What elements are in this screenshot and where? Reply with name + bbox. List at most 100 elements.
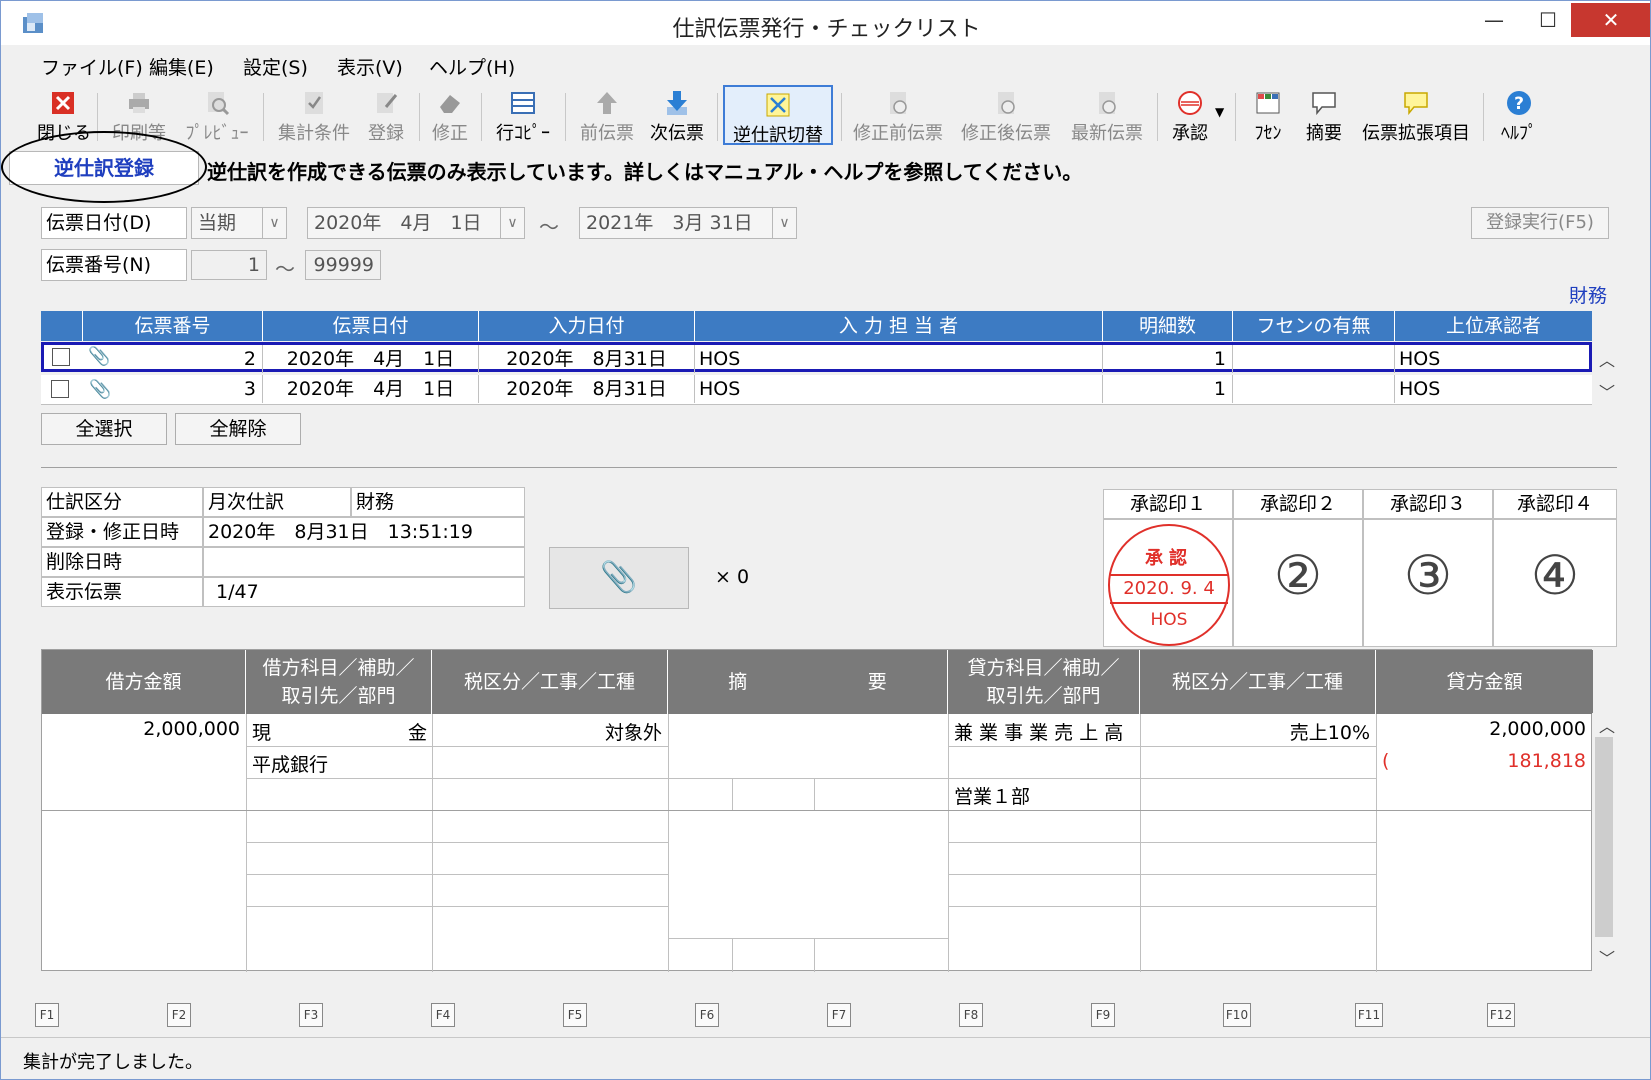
register-button[interactable]: 登録 xyxy=(361,85,411,145)
approval-slot-3[interactable]: ③ xyxy=(1363,519,1493,647)
f7-key[interactable]: F7 xyxy=(827,1003,851,1027)
header-fusen[interactable]: フセンの有無 xyxy=(1233,311,1395,341)
f10-key[interactable]: F10 xyxy=(1223,1003,1251,1027)
maximize-button[interactable]: ☐ xyxy=(1522,3,1574,37)
register-execute-button[interactable]: 登録実行(F5) xyxy=(1471,207,1609,239)
credit-department[interactable]: 営業１部 xyxy=(954,782,1030,809)
latest-voucher-button[interactable]: 最新伝票 xyxy=(1065,85,1149,145)
select-all-button[interactable]: 全選択 xyxy=(41,413,167,445)
fusen-button[interactable]: ﾌｾﾝ xyxy=(1243,85,1293,145)
menu-view[interactable]: 表示(V) xyxy=(337,53,403,80)
header-input-date[interactable]: 入力日付 xyxy=(479,311,695,341)
scroll-down-icon[interactable]: ﹀ xyxy=(1599,379,1615,403)
menu-file[interactable]: ファイル(F) xyxy=(41,53,143,80)
approval-slot-4[interactable]: ④ xyxy=(1493,519,1617,647)
sticky-grid-icon xyxy=(1256,92,1280,114)
reverse-journal-toggle-button[interactable]: 逆仕訳切替 xyxy=(723,85,833,146)
arrow-up-icon xyxy=(597,92,617,114)
deleted-value xyxy=(203,547,525,577)
row-checkbox[interactable] xyxy=(51,380,69,398)
updated-value: 2020年 8月31日 13:51:19 xyxy=(203,517,525,547)
department-link[interactable]: 財務 xyxy=(1569,281,1607,308)
debit-sub-account[interactable]: 平成銀行 xyxy=(252,750,328,777)
window-title: 仕訳伝票発行・チェックリスト xyxy=(672,17,981,42)
before-edit-voucher-button[interactable]: 修正前伝票 xyxy=(849,85,947,145)
voucher-extension-button[interactable]: 伝票拡張項目 xyxy=(1357,85,1475,145)
summary-button[interactable]: 摘要 xyxy=(1299,85,1349,145)
number-to-input[interactable]: 99999 xyxy=(305,250,381,280)
credit-tax[interactable]: 売上10% xyxy=(1140,718,1370,745)
header-approver[interactable]: 上位承認者 xyxy=(1395,311,1592,341)
f11-key[interactable]: F11 xyxy=(1355,1003,1383,1027)
date-from-select[interactable]: 2020年 4月 1日 ∨ xyxy=(307,207,525,239)
scroll-down-icon[interactable]: ﹀ xyxy=(1599,945,1615,969)
circled-two-icon: ② xyxy=(1273,544,1323,607)
next-voucher-button[interactable]: 次伝票 xyxy=(645,85,709,145)
f5-key[interactable]: F5 xyxy=(563,1003,587,1027)
after-edit-voucher-button[interactable]: 修正後伝票 xyxy=(957,85,1055,145)
credit-account[interactable]: 兼 業 事 業 売 上 高 xyxy=(954,718,1123,745)
debit-account-a[interactable]: 現 xyxy=(252,718,271,745)
clock-doc-icon xyxy=(998,92,1015,114)
approval-slot-1[interactable]: 承認 2020. 9. 4 HOS xyxy=(1103,519,1233,647)
credit-amount[interactable]: 2,000,000 xyxy=(1376,718,1586,740)
title-bar: 仕訳伝票発行・チェックリスト — ☐ ✕ xyxy=(1,1,1650,45)
help-button[interactable]: ? ﾍﾙﾌﾟ xyxy=(1491,85,1547,145)
period-select[interactable]: 当期 ∨ xyxy=(191,207,287,239)
table-row[interactable]: 📎 3 2020年 4月 1日 2020年 8月31日 HOS 1 HOS xyxy=(41,375,1592,405)
attachment-button[interactable]: 📎 xyxy=(549,547,689,609)
header-credit-amount: 貸方金額 xyxy=(1376,650,1593,714)
debit-account-b[interactable]: 金 xyxy=(408,718,427,745)
arrow-down-icon xyxy=(667,91,687,115)
eraser-icon xyxy=(440,95,460,113)
header-count[interactable]: 明細数 xyxy=(1103,311,1233,341)
approve-dropdown-icon[interactable]: ▼ xyxy=(1215,105,1224,119)
table-rows-icon xyxy=(511,92,535,114)
modify-button[interactable]: 修正 xyxy=(427,85,473,145)
header-credit-account: 貸方科目／補助／ 取引先／部門 xyxy=(948,650,1140,714)
date-to-select[interactable]: 2021年 3月 31日 ∨ xyxy=(579,207,797,239)
header-number[interactable]: 伝票番号 xyxy=(83,311,263,341)
display-voucher-label: 表示伝票 xyxy=(41,577,203,607)
approval-slot-2[interactable]: ② xyxy=(1233,519,1363,647)
circled-three-icon: ③ xyxy=(1403,544,1453,607)
f6-key[interactable]: F6 xyxy=(695,1003,719,1027)
header-person[interactable]: 入 力 担 当 者 xyxy=(695,311,1103,341)
svg-text:?: ? xyxy=(1514,94,1524,114)
f12-key[interactable]: F12 xyxy=(1487,1003,1515,1027)
f1-key[interactable]: F1 xyxy=(35,1003,59,1027)
preview-button[interactable]: ﾌﾟﾚﾋﾞｭｰ xyxy=(179,85,255,145)
scroll-up-icon[interactable]: ︿ xyxy=(1599,713,1615,737)
close-window-button[interactable]: ✕ xyxy=(1571,3,1650,37)
f8-key[interactable]: F8 xyxy=(959,1003,983,1027)
divider xyxy=(41,467,1617,468)
debit-amount[interactable]: 2,000,000 xyxy=(42,718,240,740)
approval-stamp: 承認 2020. 9. 4 HOS xyxy=(1108,524,1230,646)
magnifier-icon xyxy=(208,92,230,116)
prev-voucher-button[interactable]: 前伝票 xyxy=(575,85,639,145)
row-checkbox[interactable] xyxy=(52,348,70,366)
menu-edit[interactable]: 編集(E) xyxy=(149,53,214,80)
status-bar: 集計が完了しました。 xyxy=(1,1037,1650,1079)
menu-help[interactable]: ヘルプ(H) xyxy=(429,53,515,80)
checklist-icon xyxy=(305,92,323,114)
approve-button[interactable]: 承認 xyxy=(1165,85,1215,145)
scroll-thumb[interactable] xyxy=(1595,737,1613,937)
debit-tax[interactable]: 対象外 xyxy=(432,718,662,745)
deselect-all-button[interactable]: 全解除 xyxy=(175,413,301,445)
journal-scrollbar[interactable] xyxy=(1592,713,1616,971)
scroll-up-icon[interactable]: ︿ xyxy=(1599,347,1615,371)
menu-settings[interactable]: 設定(S) xyxy=(243,53,308,80)
f2-key[interactable]: F2 xyxy=(167,1003,191,1027)
table-row[interactable]: 📎 2 2020年 4月 1日 2020年 8月31日 HOS 1 HOS xyxy=(41,342,1592,373)
number-from-input[interactable]: 1 xyxy=(191,250,267,280)
close-x-icon xyxy=(52,92,74,114)
f9-key[interactable]: F9 xyxy=(1091,1003,1115,1027)
f3-key[interactable]: F3 xyxy=(299,1003,323,1027)
aggregate-conditions-button[interactable]: 集計条件 xyxy=(273,85,355,145)
row-copy-button[interactable]: 行ｺﾋﾟｰ xyxy=(489,85,557,145)
minimize-button[interactable]: — xyxy=(1468,3,1520,37)
header-date[interactable]: 伝票日付 xyxy=(263,311,479,341)
f4-key[interactable]: F4 xyxy=(431,1003,455,1027)
chevron-down-icon: ∨ xyxy=(500,208,524,238)
